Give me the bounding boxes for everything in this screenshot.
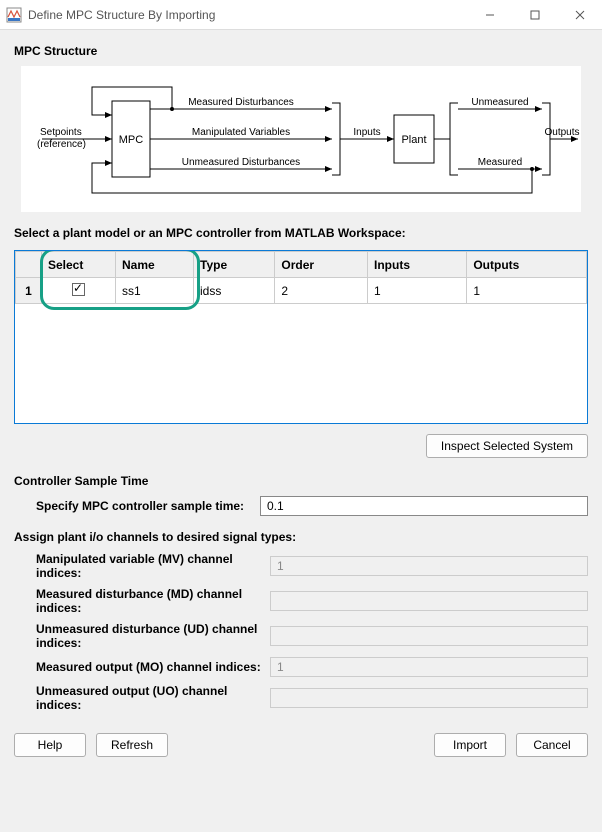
sample-time-heading: Controller Sample Time (14, 474, 588, 488)
uo-label: Unmeasured output (UO) channel indices: (14, 684, 270, 712)
select-plant-prompt: Select a plant model or an MPC controlle… (14, 226, 588, 240)
col-name[interactable]: Name (116, 252, 194, 278)
order-cell: 2 (275, 278, 368, 304)
col-inputs[interactable]: Inputs (368, 252, 467, 278)
type-cell: idss (194, 278, 275, 304)
refresh-button[interactable]: Refresh (96, 733, 168, 757)
inspect-selected-button[interactable]: Inspect Selected System (426, 434, 588, 458)
name-cell: ss1 (116, 278, 194, 304)
import-button[interactable]: Import (434, 733, 506, 757)
checkbox-checked-icon[interactable] (72, 283, 85, 296)
inputs-cell: 1 (368, 278, 467, 304)
svg-text:Plant: Plant (401, 134, 426, 146)
svg-text:Unmeasured: Unmeasured (471, 97, 528, 108)
mv-label: Manipulated variable (MV) channel indice… (14, 552, 270, 580)
cancel-button[interactable]: Cancel (516, 733, 588, 757)
sample-time-label: Specify MPC controller sample time: (14, 499, 260, 513)
select-cell[interactable] (42, 278, 116, 304)
svg-text:Measured: Measured (478, 157, 522, 168)
workspace-table: Select Name Type Order Inputs Outputs 1 … (14, 250, 588, 424)
col-outputs[interactable]: Outputs (467, 252, 587, 278)
col-order[interactable]: Order (275, 252, 368, 278)
svg-text:MPC: MPC (119, 134, 144, 146)
svg-text:Setpoints: Setpoints (40, 127, 82, 138)
window-title: Define MPC Structure By Importing (28, 8, 467, 22)
svg-text:Inputs: Inputs (353, 127, 380, 138)
maximize-button[interactable] (512, 0, 557, 30)
svg-text:Manipulated Variables: Manipulated Variables (192, 127, 290, 138)
svg-text:Unmeasured Disturbances: Unmeasured Disturbances (182, 157, 300, 168)
app-icon (6, 7, 22, 23)
col-type[interactable]: Type (194, 252, 275, 278)
ud-label: Unmeasured disturbance (UD) channel indi… (14, 622, 270, 650)
assign-channels-heading: Assign plant i/o channels to desired sig… (14, 530, 588, 544)
sample-time-input[interactable] (260, 496, 588, 516)
md-input (270, 591, 588, 611)
outputs-cell: 1 (467, 278, 587, 304)
minimize-button[interactable] (467, 0, 512, 30)
mo-label: Measured output (MO) channel indices: (14, 660, 270, 674)
svg-text:Measured Disturbances: Measured Disturbances (188, 97, 294, 108)
svg-text:(reference): (reference) (37, 139, 86, 150)
mv-input (270, 556, 588, 576)
titlebar: Define MPC Structure By Importing (0, 0, 602, 30)
table-row[interactable]: 1 ss1 idss 2 1 1 (16, 278, 587, 304)
md-label: Measured disturbance (MD) channel indice… (14, 587, 270, 615)
mpc-structure-diagram: MPC Setpoints (reference) Measured Distu… (21, 66, 581, 212)
help-button[interactable]: Help (14, 733, 86, 757)
button-bar: Help Refresh Import Cancel (0, 727, 602, 767)
col-select[interactable]: Select (42, 252, 116, 278)
table-header-row: Select Name Type Order Inputs Outputs (16, 252, 587, 278)
row-number: 1 (16, 278, 42, 304)
svg-text:Outputs: Outputs (544, 127, 579, 138)
mo-input (270, 657, 588, 677)
mpc-structure-heading: MPC Structure (14, 44, 588, 58)
close-button[interactable] (557, 0, 602, 30)
uo-input (270, 688, 588, 708)
ud-input (270, 626, 588, 646)
